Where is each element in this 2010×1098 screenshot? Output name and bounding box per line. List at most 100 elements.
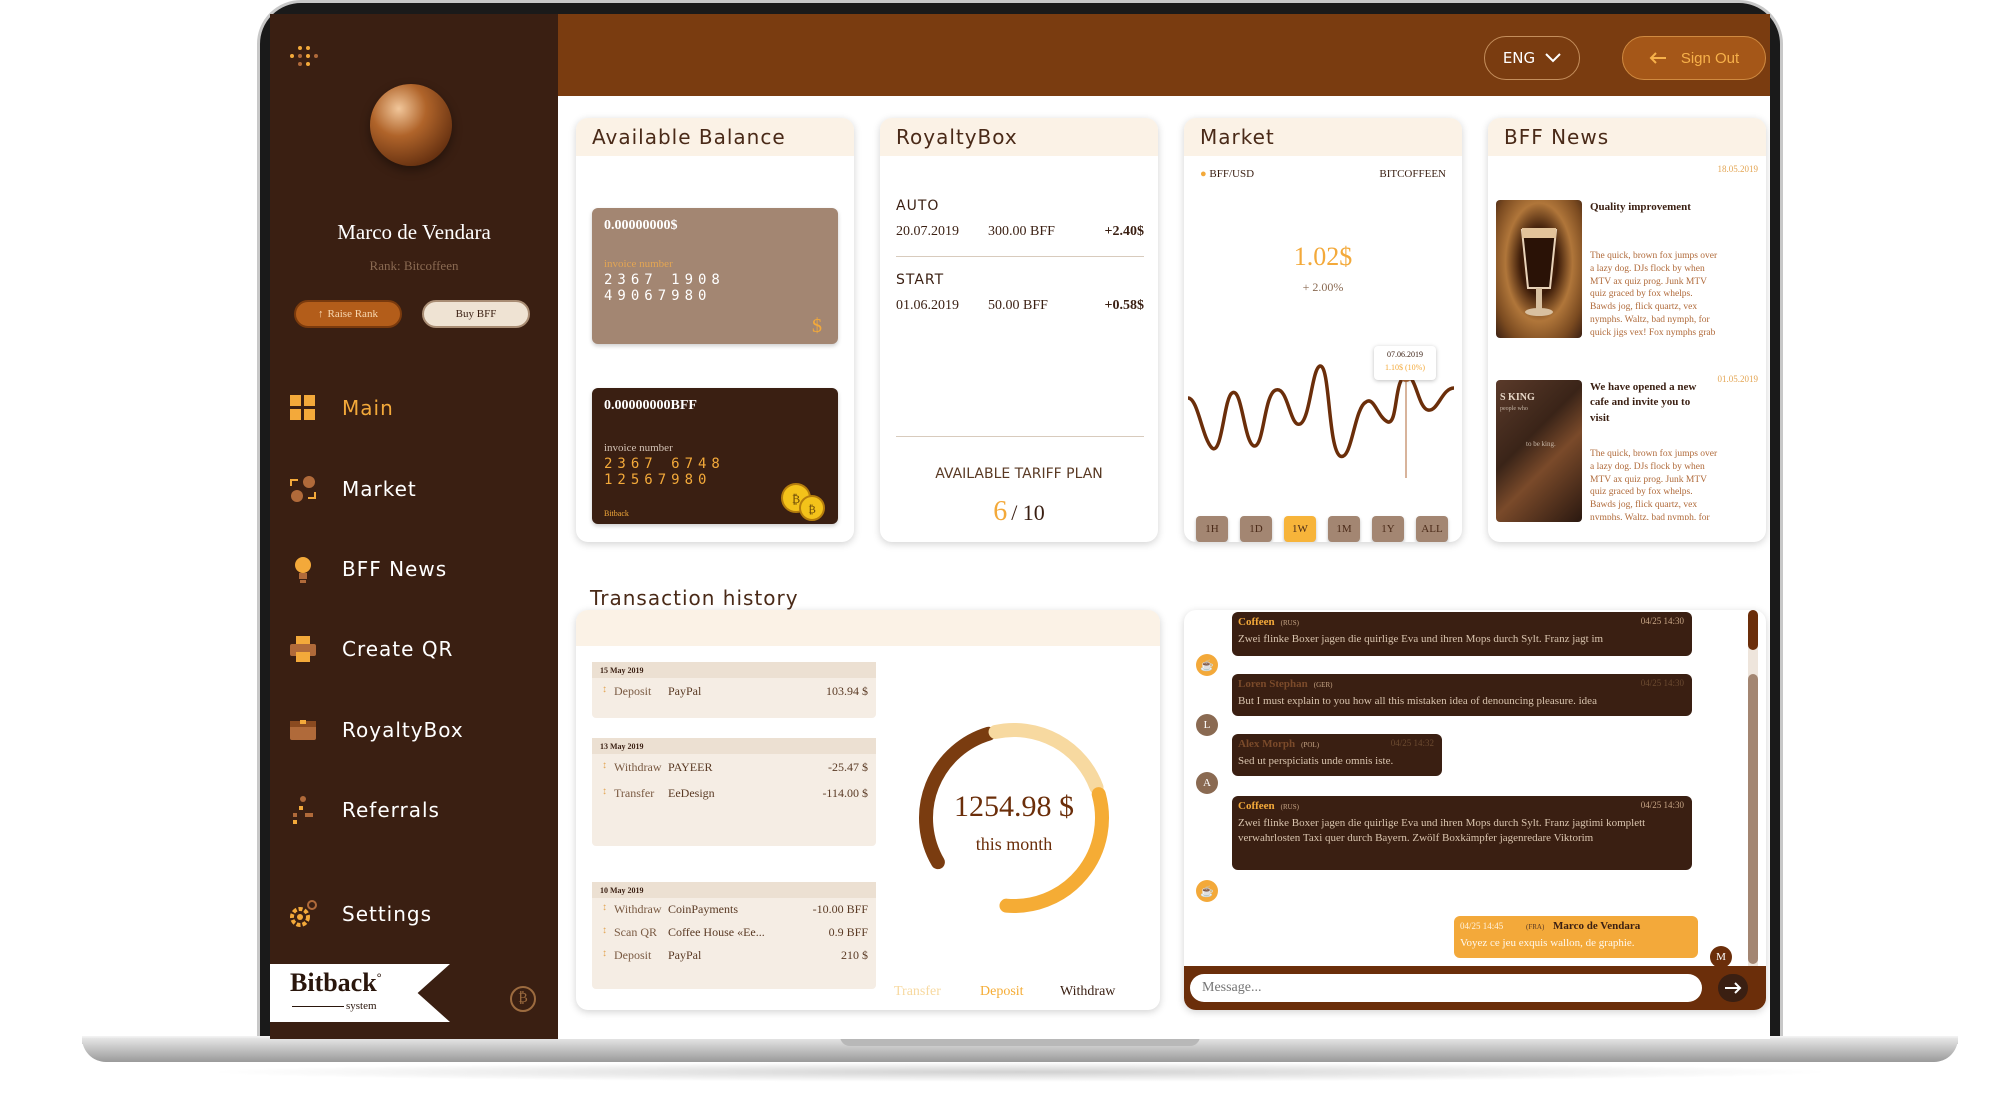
language-value: ENG <box>1502 49 1536 67</box>
chat-scrollbar[interactable] <box>1748 610 1758 970</box>
card-header-strip <box>576 610 1160 646</box>
news-title: Quality improvement <box>1590 201 1691 213</box>
tx-group: 15 May 2019 DepositPayPal103.94 $ <box>592 662 876 718</box>
invoice-label: invoice number <box>604 258 673 270</box>
nav-label: Main <box>342 396 394 420</box>
nav-item-market[interactable]: Market <box>288 469 417 509</box>
buy-bff-button[interactable]: Buy BFF <box>422 300 530 328</box>
royalty-auto-date: 20.07.2019 <box>896 224 959 239</box>
tx-date: 10 May 2019 <box>592 882 876 898</box>
user-rank: Rank: Bitcoffeen <box>369 258 459 273</box>
user-avatar[interactable]: L <box>1196 714 1218 736</box>
nav-item-main[interactable]: Main <box>288 388 394 428</box>
monthly-total: 1254.98 $ <box>954 790 1074 823</box>
arrow-right-icon <box>1725 982 1742 994</box>
timeframe-1m-button[interactable]: 1M <box>1328 516 1360 542</box>
coffee-glass-image <box>1496 200 1582 338</box>
market-card: Market ● BFF/USD BITCOFFEEN 1.02$ + 2.00… <box>1184 118 1462 542</box>
chat-message[interactable]: Alex Morph (POL) 04/25 14:32 Sed ut persp… <box>1232 734 1442 776</box>
tab-withdraw[interactable]: Withdraw <box>1060 984 1115 1000</box>
table-row[interactable]: WithdrawCoinPayments-10.00 BFF <box>592 898 876 921</box>
nav-item-bff-news[interactable]: BFF News <box>288 549 447 589</box>
tx-date: 15 May 2019 <box>592 662 876 678</box>
bff-balance-card[interactable]: 0.00000000BFF invoice number 2367 6748 1… <box>592 388 838 524</box>
sign-out-button[interactable]: Sign Out <box>1622 36 1766 80</box>
coffeen-avatar[interactable]: ☕ <box>1196 654 1218 676</box>
card-title: Market <box>1184 118 1462 156</box>
arrow-left-icon <box>1649 52 1666 64</box>
dollar-icon: $ <box>812 315 822 337</box>
user-avatar[interactable]: A <box>1196 772 1218 794</box>
brand-logo: Bitback° <box>290 968 382 997</box>
royalty-start-change: +0.58$ <box>1104 298 1144 313</box>
nav-item-referrals[interactable]: Referrals <box>288 790 440 830</box>
raise-rank-button[interactable]: ↑ Raise Rank <box>294 300 402 328</box>
avatar[interactable] <box>370 84 452 166</box>
nav-label: Settings <box>342 902 433 926</box>
coins-icon: ₿ ₿ <box>781 483 825 521</box>
tx-date: 13 May 2019 <box>592 738 876 754</box>
coffeen-avatar[interactable]: ☕ <box>1196 880 1218 902</box>
invoice-number: 2367 1908 49067980 <box>604 272 725 304</box>
laptop-shadow <box>200 1062 1840 1082</box>
nav-label: Create QR <box>342 637 454 661</box>
nav-item-settings[interactable]: Settings <box>288 894 432 934</box>
royalty-auto-label: AUTO <box>896 198 940 214</box>
user-name: Marco de Vendara <box>337 220 491 244</box>
chat-message[interactable]: Coffeen (RUS) 04/25 14:30 Zwei flinke Box… <box>1232 612 1692 656</box>
message-input[interactable] <box>1190 974 1702 1002</box>
nav-item-create-qr[interactable]: Create QR <box>288 629 453 669</box>
table-row[interactable]: TransferEeDesign-114.00 $ <box>592 780 876 806</box>
own-avatar[interactable]: M <box>1710 946 1732 968</box>
chat-message[interactable]: Loren Stephan (GER) 04/25 14:30 But I mus… <box>1232 674 1692 716</box>
usd-balance-card[interactable]: 0.00000000$ invoice number 2367 1908 490… <box>592 208 838 344</box>
transaction-history-card: 15 May 2019 DepositPayPal103.94 $ 13 May… <box>576 610 1160 1010</box>
royalty-start-row[interactable]: START 01.06.2019 50.00 BFF +0.58$ <box>896 272 1144 314</box>
tab-deposit[interactable]: Deposit <box>980 984 1024 1000</box>
referrals-icon <box>288 795 318 825</box>
table-row[interactable]: WithdrawPAYEER-25.47 $ <box>592 754 876 780</box>
news-text: The quick, brown fox jumps over a lazy d… <box>1590 251 1718 338</box>
sign-out-label: Sign Out <box>1680 49 1740 67</box>
card-brand: Bitback <box>604 509 629 518</box>
news-title: We have opened a new cafe and invite you… <box>1590 381 1697 424</box>
chat-input-bar <box>1184 966 1766 1010</box>
gear-icon <box>288 899 318 929</box>
table-row[interactable]: Scan QRCoffee House «Ee...0.9 BFF <box>592 921 876 944</box>
tariff-value: 6 / 10 <box>993 496 1045 527</box>
chat-message[interactable]: Coffeen (RUS) 04/25 14:30 Zwei flinke Box… <box>1232 796 1692 870</box>
royalty-auto-row[interactable]: AUTO 20.07.2019 300.00 BFF +2.40$ <box>896 198 1144 240</box>
language-select[interactable]: ENG <box>1484 36 1580 80</box>
topbar: ENG Sign Out <box>558 14 1770 96</box>
box-icon <box>288 715 318 745</box>
card-title: RoyaltyBox <box>880 118 1158 156</box>
nav-item-royaltybox[interactable]: RoyaltyBox <box>288 710 464 750</box>
brand-divider <box>292 1006 344 1007</box>
available-balance-card: Available Balance 0.00000000$ invoice nu… <box>576 118 854 542</box>
timeframe-1d-button[interactable]: 1D <box>1240 516 1272 542</box>
arrow-up-icon: ↑ <box>318 308 324 320</box>
scrollbar-track <box>1748 674 1758 964</box>
timeframe-1w-button[interactable]: 1W <box>1284 516 1316 542</box>
card-title: Available Balance <box>576 118 854 156</box>
tab-transfer[interactable]: Transfer <box>894 984 941 1000</box>
send-button[interactable] <box>1718 974 1748 1002</box>
tx-group: 13 May 2019 WithdrawPAYEER-25.47 $ Trans… <box>592 738 876 846</box>
timeframe-1y-button[interactable]: 1Y <box>1372 516 1404 542</box>
timeframe-all-button[interactable]: ALL <box>1416 516 1448 542</box>
invoice-label: invoice number <box>604 442 673 454</box>
table-row[interactable]: DepositPayPal103.94 $ <box>592 678 876 704</box>
nav-label: RoyaltyBox <box>342 718 464 742</box>
table-row[interactable]: DepositPayPal210 $ <box>592 944 876 967</box>
divider <box>896 436 1144 437</box>
royalty-auto-amount: 300.00 BFF <box>988 224 1055 239</box>
timeframe-1h-button[interactable]: 1H <box>1196 516 1228 542</box>
ring-segment-transfer <box>988 723 1104 795</box>
coin-icon[interactable]: ₿ <box>510 986 536 1012</box>
tx-group: 10 May 2019 WithdrawCoinPayments-10.00 B… <box>592 882 876 989</box>
brand-subtitle: system <box>346 1000 377 1012</box>
exchange-icon <box>288 474 318 504</box>
sidebar: Marco de Vendara Rank: Bitcoffeen ↑ Rais… <box>270 14 558 1039</box>
scrollbar-thumb[interactable] <box>1748 610 1758 650</box>
chat-message-own[interactable]: 04/25 14:45 (FRA) Marco de Vendara Voyez… <box>1454 916 1698 958</box>
